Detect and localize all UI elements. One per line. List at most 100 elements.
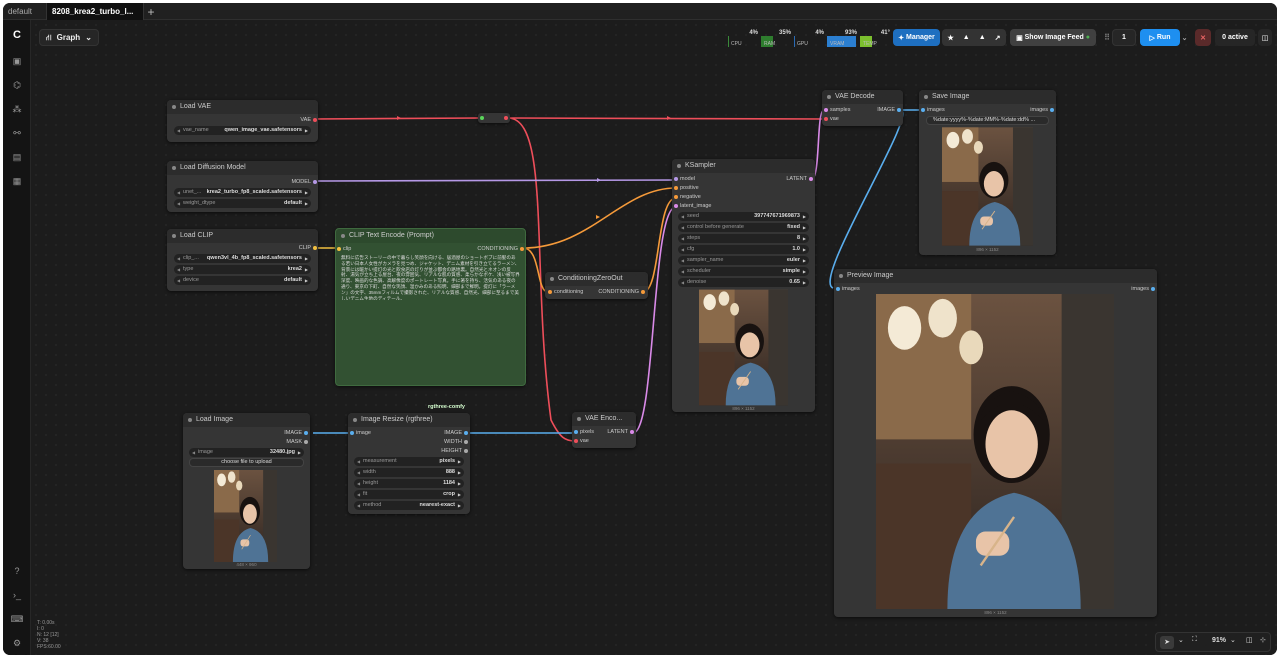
link-visibility-icon[interactable]: ⊹ — [1260, 636, 1266, 644]
output-conditioning[interactable]: CONDITIONING — [477, 245, 524, 253]
input-clip[interactable]: clip — [337, 245, 351, 253]
input-negative[interactable]: negative — [674, 193, 701, 201]
reroute-node[interactable] — [478, 113, 510, 123]
slot-pin[interactable] — [464, 431, 468, 435]
graph-mode-button[interactable]: ⛙ Graph ⌄ — [39, 29, 99, 46]
output-image[interactable]: IMAGE — [444, 429, 468, 437]
input-model[interactable]: model — [674, 175, 695, 183]
output-images[interactable]: images — [1030, 106, 1054, 114]
output-model[interactable]: MODEL — [291, 178, 317, 186]
node-load-vae[interactable]: Load VAE VAE vae_name qwen_image_vae.safe… — [167, 100, 318, 142]
active-queue-button[interactable]: 0 active — [1215, 29, 1255, 46]
workflows-icon[interactable]: ⚯ — [10, 126, 24, 140]
slot-pin[interactable] — [897, 108, 901, 112]
keyboard-icon[interactable]: ⌨ — [10, 612, 24, 626]
denoise-widget[interactable]: denoise 0.65 — [678, 278, 809, 287]
input-samples[interactable]: samples — [824, 106, 850, 114]
slot-pin[interactable] — [574, 430, 578, 434]
width-widget[interactable]: width 888 — [354, 468, 464, 477]
input-vae[interactable]: vae — [574, 437, 589, 445]
queue-count-input[interactable]: 1 — [1112, 29, 1136, 46]
clip-type-widget[interactable]: type krea2 — [174, 265, 311, 274]
node-save-image[interactable]: Save Image images images %date:yyyy%-%da… — [919, 90, 1056, 255]
method-widget[interactable]: method nearest-exact — [354, 501, 464, 510]
slot-pin[interactable] — [836, 287, 840, 291]
node-preview-image[interactable]: Preview Image images images 896 × 1152 — [834, 269, 1157, 617]
star-icon[interactable]: ★ — [947, 34, 953, 42]
input-vae[interactable]: vae — [824, 115, 839, 123]
slot-pin[interactable] — [313, 118, 317, 122]
chevron-down-icon[interactable]: ⌄ — [1230, 636, 1236, 644]
slot-pin[interactable] — [574, 439, 578, 443]
steps-widget[interactable]: steps 8 — [678, 234, 809, 243]
run-button[interactable]: ▷ Run — [1140, 29, 1180, 46]
cfg-widget[interactable]: cfg 1.0 — [678, 245, 809, 254]
model-library-icon[interactable]: ⁂ — [10, 102, 24, 116]
slot-pin[interactable] — [1050, 108, 1054, 112]
new-tab-button[interactable]: + — [144, 3, 158, 20]
slot-pin[interactable] — [824, 108, 828, 112]
zoom-level[interactable]: 91% — [1212, 637, 1226, 644]
node-load-diffusion-model[interactable]: Load Diffusion Model MODEL unet_... krea2… — [167, 161, 318, 212]
panel-toggle-icon[interactable]: ◫ — [1258, 29, 1272, 46]
output-width[interactable]: WIDTH — [444, 438, 468, 446]
output-height[interactable]: HEIGHT — [441, 447, 468, 455]
warning-icon[interactable]: ▲ — [979, 34, 986, 41]
share-icon[interactable]: ↗ — [995, 34, 1001, 42]
node-load-clip[interactable]: Load CLIP CLIP clip_... qwen3vl_4b_fp8_sc… — [167, 229, 318, 291]
input-image[interactable]: image — [350, 429, 371, 437]
scheduler-widget[interactable]: scheduler simple — [678, 267, 809, 276]
slot-pin[interactable] — [350, 431, 354, 435]
weight-dtype-widget[interactable]: weight_dtype default — [174, 199, 311, 208]
upload-button[interactable]: choose file to upload — [189, 458, 304, 467]
cancel-button[interactable]: ✕ — [1195, 29, 1211, 46]
vae-name-widget[interactable]: vae_name qwen_image_vae.safetensors — [174, 126, 311, 135]
manager-button[interactable]: ✦ Manager — [893, 29, 940, 46]
filename-prefix-widget[interactable]: %date:yyyy%-%date:MM%-%date:dd% ... — [926, 116, 1049, 125]
output-image[interactable]: IMAGE — [877, 106, 901, 114]
output-images[interactable]: images — [1131, 285, 1155, 293]
chevron-down-icon[interactable]: ⌄ — [1178, 636, 1184, 644]
seed-widget[interactable]: seed 397747671969873 — [678, 212, 809, 221]
graph-canvas[interactable]: ⛙ Graph ⌄ CPU 4% RAM 35% GPU 4% VRAM 93% TEMP 4… — [31, 20, 1277, 655]
slot-pin[interactable] — [809, 177, 813, 181]
control-widget[interactable]: control before generate fixed — [678, 223, 809, 232]
fit-view-icon[interactable]: ⛶ — [1192, 636, 1197, 644]
slot-pin[interactable] — [313, 180, 317, 184]
output-conditioning[interactable]: CONDITIONING — [598, 288, 645, 296]
slot-pin[interactable] — [337, 247, 341, 251]
templates-icon[interactable]: ▦ — [10, 174, 24, 188]
input-latent-image[interactable]: latent_image — [674, 202, 712, 210]
output-clip[interactable]: CLIP — [299, 244, 317, 252]
show-image-feed-button[interactable]: ▣ Show Image Feed ● — [1010, 29, 1096, 46]
slot-pin[interactable] — [304, 431, 308, 435]
slot-pin[interactable] — [548, 290, 552, 294]
measurement-widget[interactable]: measurement pixels — [354, 457, 464, 466]
sampler-name-widget[interactable]: sampler_name euler — [678, 256, 809, 265]
slot-pin[interactable] — [630, 430, 634, 434]
tab-default[interactable]: default — [3, 3, 47, 20]
reroute-out-pin[interactable] — [504, 116, 508, 120]
slot-pin[interactable] — [674, 204, 678, 208]
run-options-chevron-icon[interactable]: ⌄ — [1181, 29, 1188, 46]
input-conditioning[interactable]: conditioning — [548, 288, 583, 296]
nodes-library-icon[interactable]: ⌬ — [10, 78, 24, 92]
node-ksampler[interactable]: KSampler model LATENT positive negative … — [672, 159, 815, 412]
slot-pin[interactable] — [641, 290, 645, 294]
node-load-image[interactable]: Load Image IMAGE MASK image 32480.jpg cho… — [183, 413, 310, 569]
reroute-in-pin[interactable] — [480, 116, 484, 120]
output-latent[interactable]: LATENT — [607, 428, 634, 436]
queue-icon[interactable]: ▤ — [10, 150, 24, 164]
fit-widget[interactable]: fit crop — [354, 490, 464, 499]
select-cursor-icon[interactable]: ➤ — [1160, 636, 1174, 649]
device-widget[interactable]: device default — [174, 276, 311, 285]
unet-name-widget[interactable]: unet_... krea2_turbo_fp8_scaled.safetenso… — [174, 188, 311, 197]
slot-pin[interactable] — [674, 186, 678, 190]
output-vae[interactable]: VAE — [300, 116, 317, 124]
slot-pin[interactable] — [464, 440, 468, 444]
input-images[interactable]: images — [921, 106, 945, 114]
slot-pin[interactable] — [520, 247, 524, 251]
help-icon[interactable]: ? — [10, 564, 24, 578]
tab-workflow[interactable]: 8208_krea2_turbo_l... — [47, 3, 144, 20]
slot-pin[interactable] — [674, 195, 678, 199]
